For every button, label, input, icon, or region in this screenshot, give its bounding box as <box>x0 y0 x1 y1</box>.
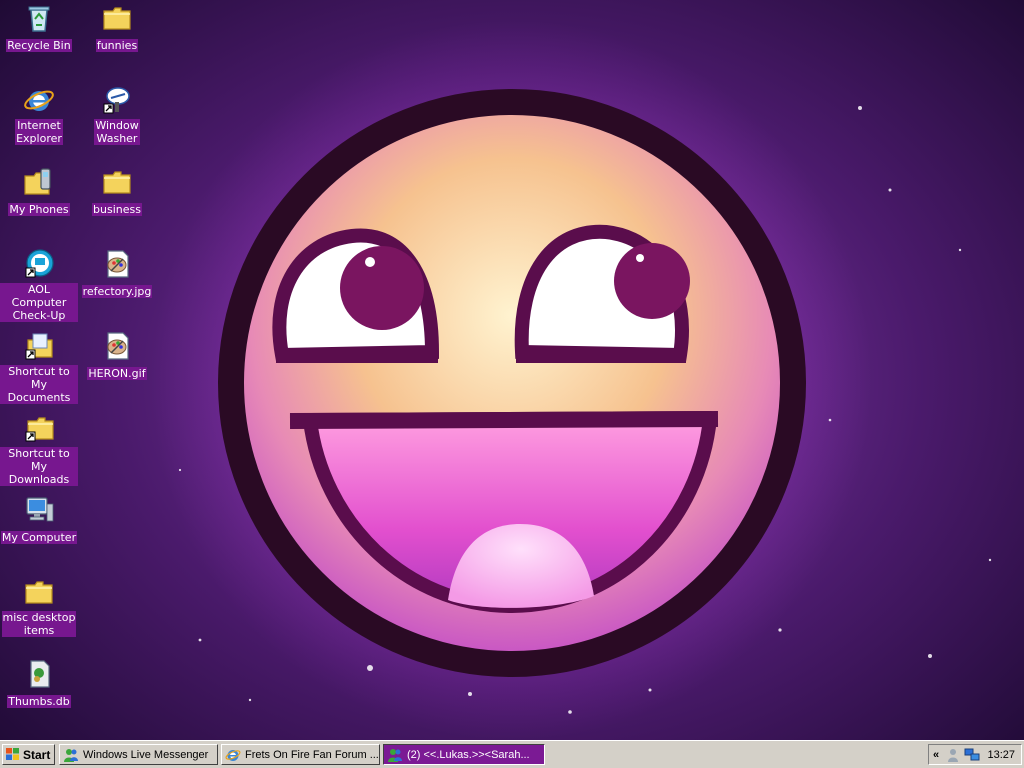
task-label: Windows Live Messenger <box>83 748 209 761</box>
messenger-icon <box>64 748 78 762</box>
icon-label: misc desktop items <box>1 611 77 637</box>
taskbar-item-conversation-window[interactable]: (2) <<.Lukas.>><Sarah... <box>383 744 545 765</box>
folder-shortcut-icon <box>25 417 54 442</box>
folder-icon <box>103 7 131 30</box>
windows-logo-icon <box>6 748 19 760</box>
system-tray: « 13:27 <box>928 744 1022 765</box>
desktop-icon-shortcut-to-my-downloads[interactable]: Shortcut to My Downloads <box>0 412 78 487</box>
desktop-icon-my-computer[interactable]: My Computer <box>0 494 78 545</box>
messenger-icon <box>388 748 402 762</box>
taskbar-item-windows-live-messenger[interactable]: Windows Live Messenger <box>59 744 218 765</box>
desktop-icon-recycle-bin[interactable]: Recycle Bin <box>0 2 78 53</box>
icon-label: My Computer <box>0 531 78 544</box>
folder-icon <box>103 171 131 194</box>
icon-label: HERON.gif <box>87 367 147 380</box>
desktop-icon-refectory-jpg[interactable]: refectory.jpg <box>78 248 156 299</box>
window-washer-icon <box>103 87 130 114</box>
thumbs-db-icon <box>30 660 50 688</box>
icon-label: refectory.jpg <box>81 285 153 298</box>
messenger-tray-icon[interactable] <box>945 747 961 763</box>
desktop-icon-window-washer[interactable]: Window Washer <box>78 84 156 146</box>
desktop-icon-business[interactable]: business <box>78 166 156 217</box>
internet-explorer-icon <box>24 90 54 111</box>
taskbar-clock[interactable]: 13:27 <box>987 749 1015 761</box>
desktop[interactable]: Recycle Bin funnies Internet Explorer Wi… <box>0 0 1024 740</box>
icon-label: Internet Explorer <box>15 119 63 145</box>
desktop-icon-thumbs-db[interactable]: Thumbs.db <box>0 658 78 709</box>
network-tray-icon[interactable] <box>964 747 980 763</box>
recycle-bin-icon <box>28 6 50 32</box>
show-hidden-icons-button[interactable]: « <box>929 749 943 761</box>
folder-icon <box>25 581 53 604</box>
icon-label: Shortcut to My Downloads <box>0 447 78 486</box>
taskbar: Start Windows Live Messenger Frets On Fi… <box>0 740 1024 768</box>
desktop-icon-heron-gif[interactable]: HERON.gif <box>78 330 156 381</box>
desktop-icon-aol-computer-check-up[interactable]: AOL Computer Check-Up <box>0 248 78 323</box>
internet-explorer-icon <box>225 749 241 761</box>
image-file-icon <box>107 332 129 360</box>
documents-shortcut-icon <box>25 333 53 360</box>
taskbar-item-frets-on-fire-fan-forum[interactable]: Frets On Fire Fan Forum ... <box>221 744 380 765</box>
desktop-icon-misc-desktop-items[interactable]: misc desktop items <box>0 576 78 638</box>
start-label: Start <box>23 747 51 762</box>
icon-label: Thumbs.db <box>7 695 71 708</box>
icon-label: Window Washer <box>94 119 140 145</box>
phones-folder-icon <box>24 168 51 195</box>
image-file-icon <box>107 250 129 278</box>
desktop-icon-internet-explorer[interactable]: Internet Explorer <box>0 84 78 146</box>
icon-label: My Phones <box>8 203 70 216</box>
task-label: Frets On Fire Fan Forum ... <box>245 748 379 761</box>
start-button[interactable]: Start <box>2 744 55 765</box>
icon-label: funnies <box>95 39 139 52</box>
aol-checkup-icon <box>25 249 54 278</box>
task-label: (2) <<.Lukas.>><Sarah... <box>407 748 530 761</box>
icon-label: Shortcut to My Documents <box>0 365 78 404</box>
desktop-icon-shortcut-to-my-documents[interactable]: Shortcut to My Documents <box>0 330 78 405</box>
desktop-icon-funnies[interactable]: funnies <box>78 2 156 53</box>
icon-label: business <box>92 203 142 216</box>
icon-label: Recycle Bin <box>6 39 72 52</box>
my-computer-icon <box>26 497 54 522</box>
desktop-icon-my-phones[interactable]: My Phones <box>0 166 78 217</box>
icon-label: AOL Computer Check-Up <box>0 283 78 322</box>
